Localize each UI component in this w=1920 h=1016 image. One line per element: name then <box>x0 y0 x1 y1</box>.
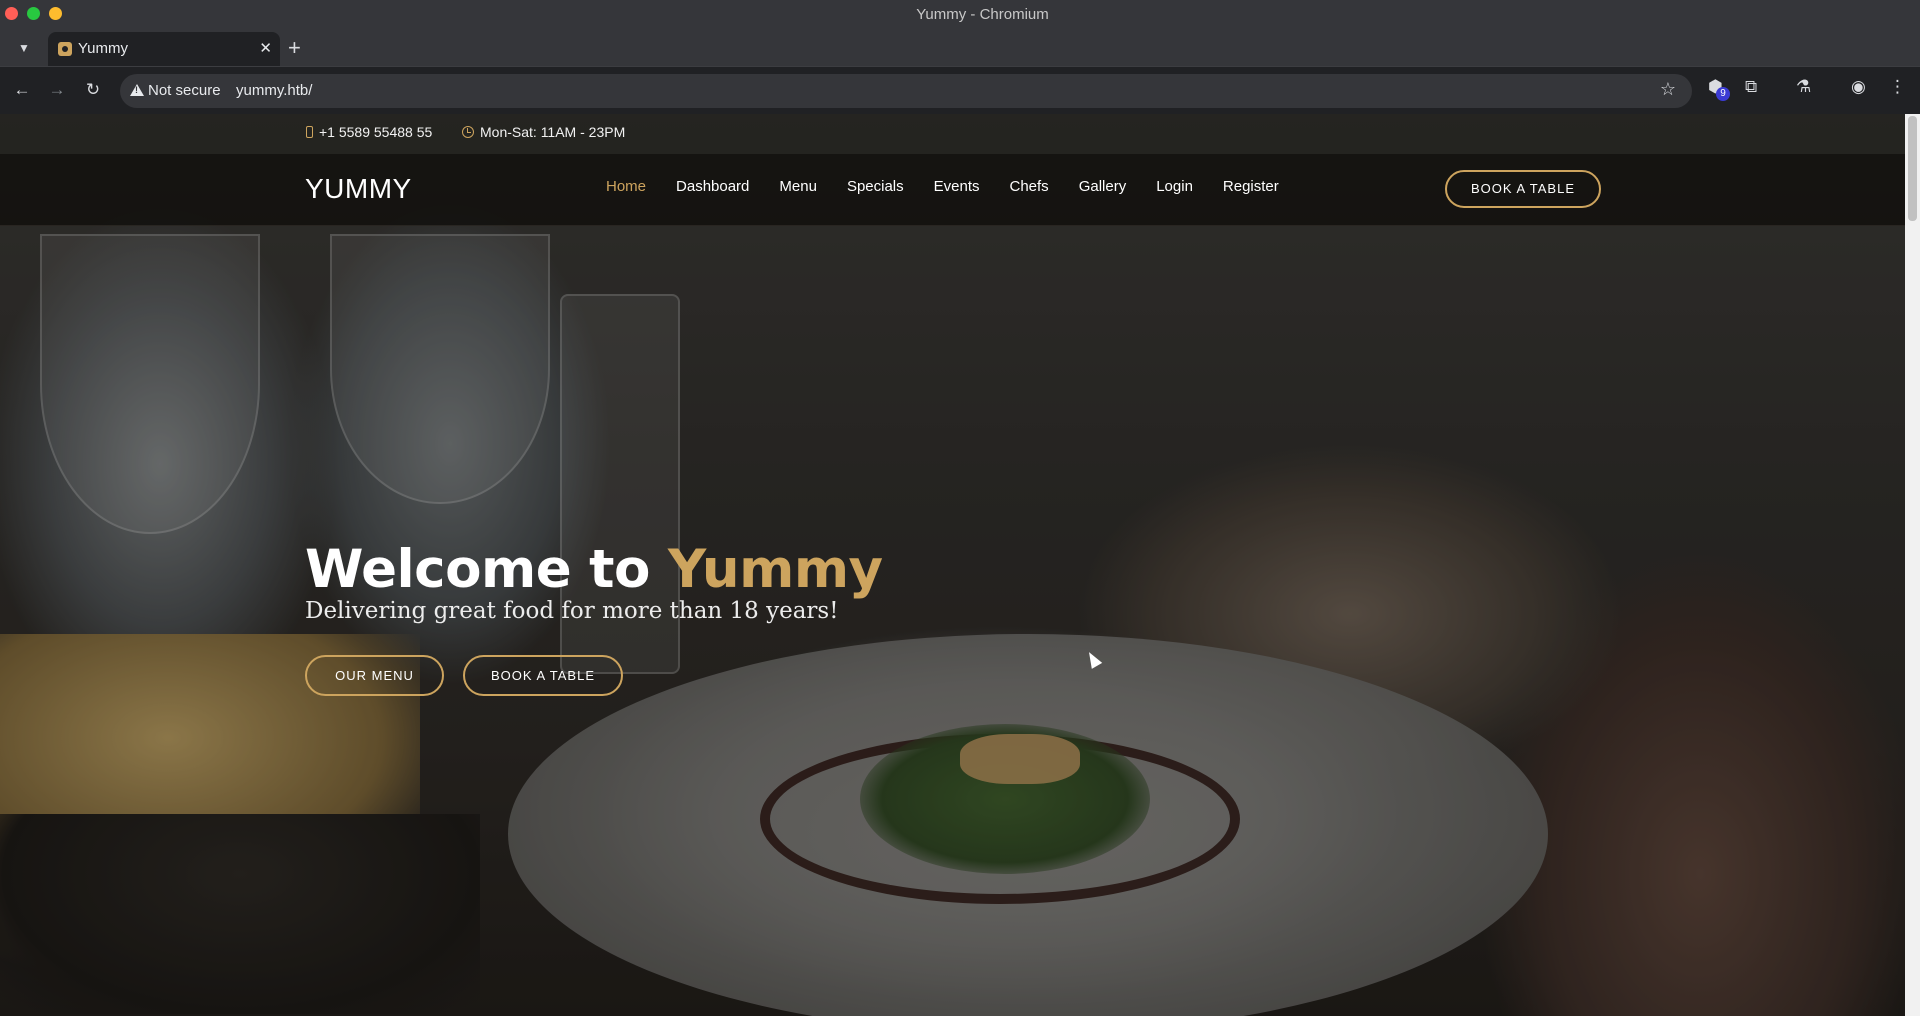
site-topbar: +1 5589 55488 55 Mon-Sat: 11AM - 23PM <box>0 114 1905 154</box>
site-header: YUMMY Home Dashboard Menu Specials Event… <box>0 154 1905 226</box>
hero-overlay <box>0 114 1905 1016</box>
hero-subtitle: Delivering great food for more than 18 y… <box>305 598 839 624</box>
hero-title-prefix: Welcome to <box>305 539 668 600</box>
our-menu-button[interactable]: OUR MENU <box>305 655 444 696</box>
contact-phone: +1 5589 55488 55 <box>306 124 432 140</box>
contact-hours: Mon-Sat: 11AM - 23PM <box>462 124 625 140</box>
reload-icon[interactable]: ↻ <box>82 79 104 101</box>
page-scrollbar[interactable] <box>1905 114 1920 1016</box>
back-arrow-icon[interactable]: ← <box>11 79 33 101</box>
clock-icon <box>462 126 474 138</box>
nav-item-register[interactable]: Register <box>1223 178 1279 195</box>
extension-badge-count: 9 <box>1716 87 1730 101</box>
phone-icon <box>306 126 313 138</box>
security-label: Not secure <box>148 82 221 99</box>
scrollbar-thumb[interactable] <box>1908 116 1917 221</box>
nav-item-chefs[interactable]: Chefs <box>1010 178 1049 195</box>
warning-icon <box>130 84 144 96</box>
book-a-table-button[interactable]: BOOK A TABLE <box>1445 170 1601 208</box>
hero-book-a-table-button[interactable]: BOOK A TABLE <box>463 655 623 696</box>
labs-flask-icon[interactable]: ⚗ <box>1796 77 1811 97</box>
tab-close-icon[interactable]: ✕ <box>259 39 272 57</box>
forward-arrow-icon[interactable]: → <box>46 79 68 101</box>
window-titlebar: Yummy - Chromium <box>0 0 1920 30</box>
address-bar[interactable]: Not secure yummy.htb/ ☆ <box>120 74 1692 108</box>
tab-search-chevron-icon[interactable]: ▼ <box>14 38 34 58</box>
hero-title: Welcome to Yummy <box>305 539 883 600</box>
browser-tab[interactable]: Yummy ✕ <box>48 32 280 66</box>
page-viewport: +1 5589 55488 55 Mon-Sat: 11AM - 23PM YU… <box>0 114 1905 1016</box>
hours-text: Mon-Sat: 11AM - 23PM <box>480 124 626 140</box>
star-icon[interactable]: ☆ <box>1660 79 1676 100</box>
url-text[interactable]: yummy.htb/ <box>236 82 312 99</box>
profile-icon[interactable]: ◉ <box>1851 77 1866 97</box>
site-logo[interactable]: YUMMY <box>305 173 412 205</box>
nav-item-events[interactable]: Events <box>934 178 980 195</box>
tab-favicon-icon <box>58 42 72 56</box>
kebab-menu-icon[interactable]: ⋮ <box>1889 77 1906 97</box>
phone-text: +1 5589 55488 55 <box>319 124 433 140</box>
window-title: Yummy - Chromium <box>916 6 1049 23</box>
nav-item-login[interactable]: Login <box>1156 178 1193 195</box>
nav-item-gallery[interactable]: Gallery <box>1079 178 1127 195</box>
nav-item-home[interactable]: Home <box>606 178 646 195</box>
hero-title-accent: Yummy <box>667 539 883 600</box>
browser-toolbar: ← → ↻ Not secure yummy.htb/ ☆ ⬢ 9 ⧉ ⚗ ◉ … <box>0 66 1920 114</box>
nav-item-menu[interactable]: Menu <box>779 178 817 195</box>
security-indicator[interactable]: Not secure <box>130 82 221 99</box>
tab-strip: ▼ Yummy ✕ + <box>0 30 1920 66</box>
nav-item-dashboard[interactable]: Dashboard <box>676 178 749 195</box>
tab-title: Yummy <box>78 40 129 57</box>
puzzle-icon[interactable]: ⧉ <box>1745 77 1757 97</box>
main-nav: Home Dashboard Menu Specials Events Chef… <box>606 178 1309 195</box>
nav-item-specials[interactable]: Specials <box>847 178 904 195</box>
new-tab-button[interactable]: + <box>288 35 301 61</box>
